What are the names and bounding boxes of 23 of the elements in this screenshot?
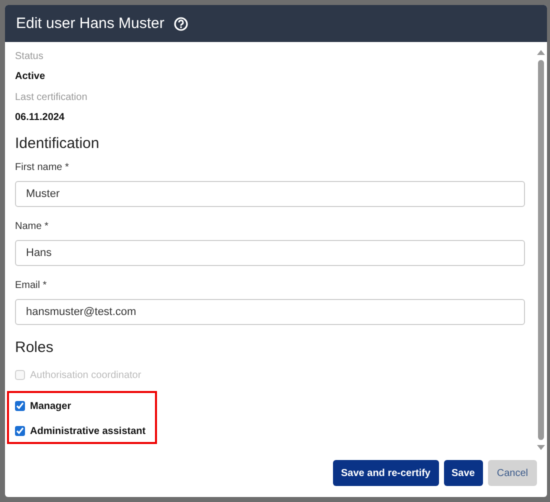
info-label: Last certification: [15, 92, 88, 103]
dialog-title: Edit user Hans Muster: [16, 15, 164, 32]
input-field[interactable]: Muster: [15, 181, 525, 207]
field-label: Name *: [15, 221, 50, 232]
checkbox[interactable]: [15, 426, 25, 436]
checkbox-label: Manager: [30, 400, 72, 412]
info-value: 06.11.2024: [15, 112, 66, 123]
checkbox[interactable]: [15, 401, 25, 411]
dialog-button[interactable]: Cancel: [488, 460, 537, 486]
help-icon[interactable]: [174, 16, 188, 30]
field-label: Email *: [15, 280, 48, 291]
info-value: Active: [15, 71, 46, 82]
input-field[interactable]: hansmuster@test.com: [15, 299, 525, 325]
dialog-button[interactable]: Save and re-certify: [333, 460, 438, 486]
scrollbar[interactable]: [536, 50, 545, 450]
section-heading: Identification: [15, 135, 100, 152]
checkbox-label: Administrative assistant: [30, 426, 146, 436]
section-heading: Roles: [15, 339, 54, 356]
input-field[interactable]: Hans: [15, 240, 525, 266]
checkbox-label: Authorisation coordinator: [30, 370, 142, 380]
dialog-button[interactable]: Save: [444, 460, 483, 486]
field-label: First name *: [15, 162, 70, 173]
info-label: Status: [15, 51, 44, 62]
